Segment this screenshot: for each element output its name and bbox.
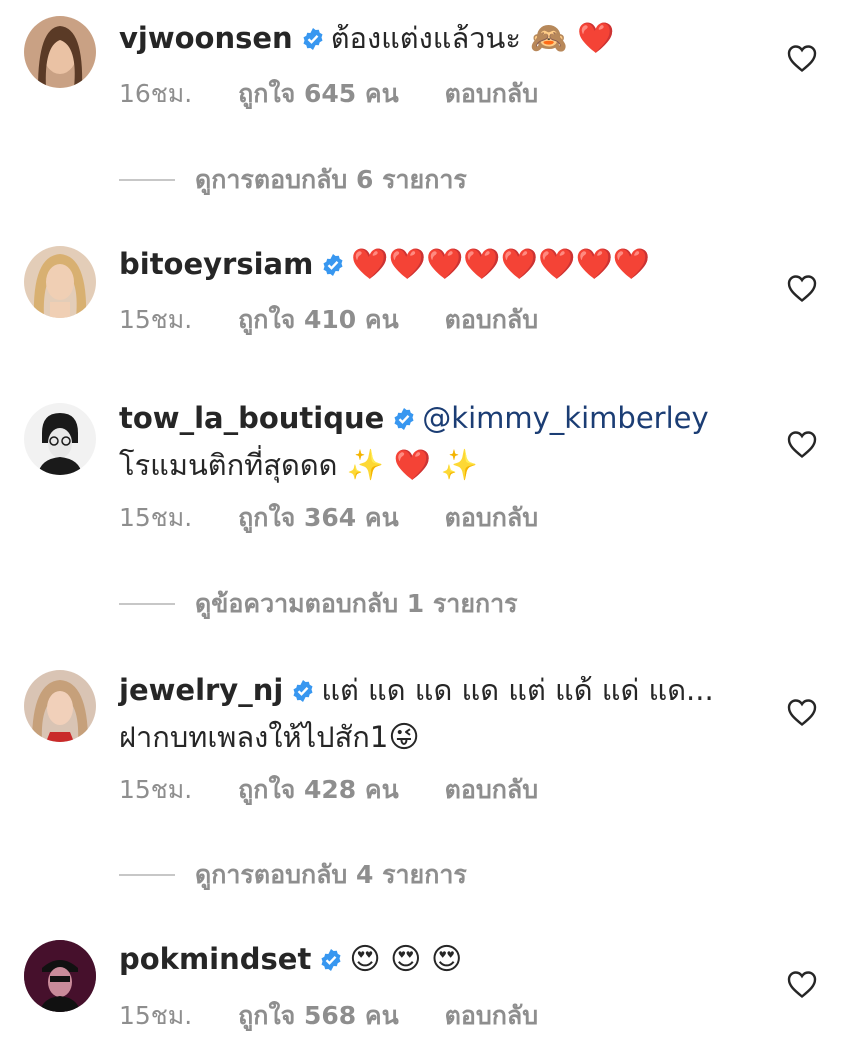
reply-button[interactable]: ตอบกลับ: [445, 775, 538, 804]
likes-count[interactable]: ถูกใจ 568 คน: [238, 1001, 399, 1030]
likes-count[interactable]: ถูกใจ 645 คน: [238, 79, 399, 108]
comment-emoji: 🙈 ❤️: [530, 21, 615, 56]
like-heart-icon[interactable]: [786, 697, 818, 727]
reply-button[interactable]: ตอบกลับ: [445, 1001, 538, 1030]
divider: [119, 603, 175, 605]
comment-time[interactable]: 15ชม.: [119, 503, 192, 532]
comment-emoji: ❤️❤️❤️❤️❤️❤️❤️❤️: [351, 247, 651, 282]
divider: [119, 874, 175, 876]
avatar[interactable]: [24, 940, 96, 1012]
reply-button[interactable]: ตอบกลับ: [445, 79, 538, 108]
like-heart-icon[interactable]: [786, 429, 818, 459]
verified-badge-icon: [301, 19, 325, 63]
comment-time[interactable]: 15ชม.: [119, 775, 192, 804]
like-heart-icon[interactable]: [786, 43, 818, 73]
username[interactable]: tow_la_boutique: [119, 401, 384, 435]
comment-emoji: 😍 😍 😍: [349, 942, 463, 977]
view-replies-label: ดูข้อความตอบกลับ 1 รายการ: [195, 589, 518, 618]
username[interactable]: bitoeyrsiam: [119, 247, 313, 281]
avatar[interactable]: [24, 16, 96, 88]
comment-text: โรแมนติกที่สุดดด: [119, 448, 338, 482]
comment-text: แต่ แด แด แด แต่ แด้ แด่ แด...: [321, 673, 714, 707]
likes-count[interactable]: ถูกใจ 410 คน: [238, 305, 399, 334]
avatar[interactable]: [24, 403, 96, 475]
view-replies-label: ดูการตอบกลับ 4 รายการ: [195, 860, 467, 889]
comment-meta: 15ชม. ถูกใจ 410 คน ตอบกลับ: [119, 300, 576, 340]
likes-count[interactable]: ถูกใจ 364 คน: [238, 503, 399, 532]
verified-badge-icon: [291, 671, 315, 715]
comment-meta: 15ชม. ถูกใจ 364 คน ตอบกลับ: [119, 498, 576, 538]
verified-badge-icon: [319, 940, 343, 984]
view-replies-label: ดูการตอบกลับ 6 รายการ: [195, 165, 467, 194]
username[interactable]: pokmindset: [119, 942, 311, 976]
view-replies-link[interactable]: ดูการตอบกลับ 6 รายการ: [119, 160, 467, 200]
comment-emoji: 😜: [388, 720, 420, 755]
comment-text: ฝากบทเพลงให้ไปสัก1: [119, 720, 389, 754]
verified-badge-icon: [392, 399, 416, 443]
comment-time[interactable]: 16ชม.: [119, 79, 192, 108]
comment-meta: 15ชม. ถูกใจ 428 คน ตอบกลับ: [119, 770, 576, 810]
view-replies-link[interactable]: ดูข้อความตอบกลับ 1 รายการ: [119, 584, 518, 624]
comment-meta: 15ชม. ถูกใจ 568 คน ตอบกลับ: [119, 996, 576, 1036]
comment-text: ต้องแต่งแล้วนะ: [330, 21, 521, 55]
avatar[interactable]: [24, 670, 96, 742]
view-replies-link[interactable]: ดูการตอบกลับ 4 รายการ: [119, 855, 467, 895]
like-heart-icon[interactable]: [786, 273, 818, 303]
reply-button[interactable]: ตอบกลับ: [445, 503, 538, 532]
avatar[interactable]: [24, 246, 96, 318]
reply-button[interactable]: ตอบกลับ: [445, 305, 538, 334]
username[interactable]: jewelry_nj: [119, 673, 283, 707]
verified-badge-icon: [321, 245, 345, 289]
comment-time[interactable]: 15ชม.: [119, 305, 192, 334]
divider: [119, 179, 175, 181]
comment-emoji: ✨ ❤️ ✨: [346, 448, 478, 483]
username[interactable]: vjwoonsen: [119, 21, 293, 55]
comment-time[interactable]: 15ชม.: [119, 1001, 192, 1030]
mention-link[interactable]: @kimmy_kimberley: [422, 401, 708, 435]
comment-meta: 16ชม. ถูกใจ 645 คน ตอบกลับ: [119, 74, 576, 114]
like-heart-icon[interactable]: [786, 969, 818, 999]
likes-count[interactable]: ถูกใจ 428 คน: [238, 775, 399, 804]
